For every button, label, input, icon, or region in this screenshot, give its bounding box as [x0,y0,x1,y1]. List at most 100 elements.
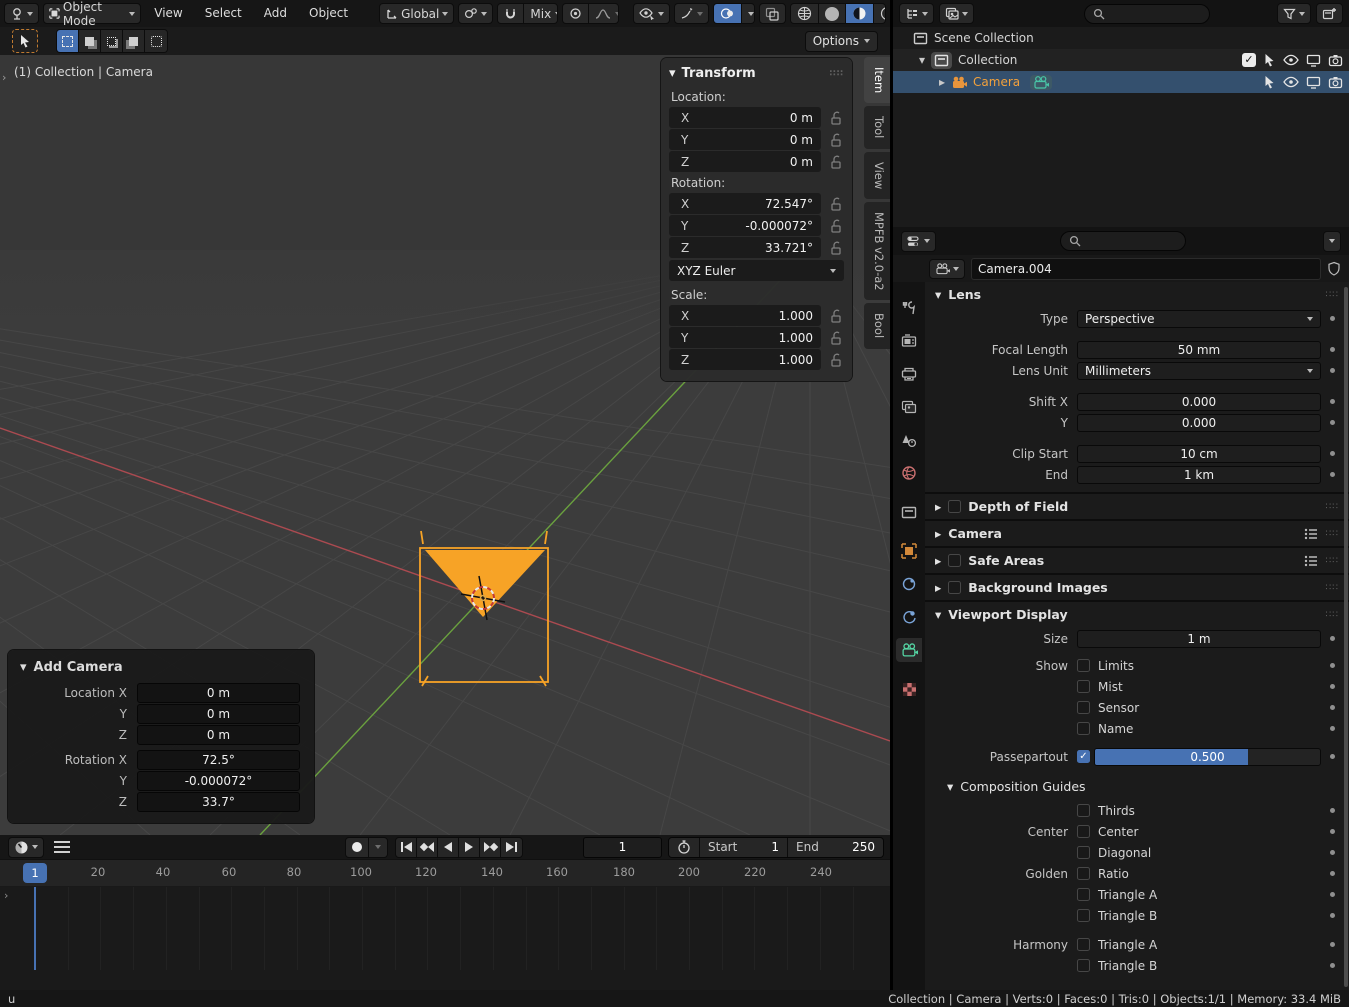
menu-view[interactable]: View [145,3,191,24]
passepartout-slider[interactable]: 0.500 [1094,747,1321,766]
select-mode-subtract[interactable] [101,30,123,52]
shift-x-field[interactable]: 0.000 [1077,392,1321,411]
background-images-header[interactable]: ▸ Background Images ∷∷ [925,575,1349,600]
op-rotation-z-field[interactable]: 33.7° [137,792,300,812]
menu-add[interactable]: Add [255,3,296,24]
viewport-display-header[interactable]: ▾ Viewport Display ∷∷ [925,602,1349,627]
composition-guides-header[interactable]: ▾ Composition Guides [925,774,1349,799]
scale-z-field[interactable]: Z 1.000 [669,349,821,370]
location-z-field[interactable]: Z 0 m [669,151,821,172]
render-camera-icon[interactable] [1328,54,1343,67]
selectable-icon[interactable] [1263,75,1276,89]
depth-of-field-checkbox[interactable] [948,500,962,513]
playhead-line[interactable] [34,887,36,970]
op-location-y-field[interactable]: 0 m [137,704,300,724]
location-x-field[interactable]: X 0 m [669,107,821,128]
diagonal-checkbox[interactable] [1077,846,1090,859]
disclosure-open-icon[interactable]: ▾ [919,53,925,67]
location-y-field[interactable]: Y 0 m [669,129,821,150]
shading-solid-button[interactable] [818,4,846,23]
tab-collection-properties[interactable] [896,500,922,524]
name-checkbox[interactable] [1077,722,1090,735]
gizmos-dropdown[interactable] [674,3,710,24]
drag-dots-icon[interactable]: ∷∷ [1326,529,1339,539]
animate-dot[interactable] [1329,754,1335,759]
visibility-dropdown[interactable] [633,3,671,24]
current-frame-field[interactable]: 1 [583,836,662,858]
drag-dots-icon[interactable]: ∷∷ [1326,290,1339,300]
monitor-icon[interactable] [1306,54,1321,67]
lock-open-icon[interactable] [828,352,844,368]
timeline-menu-button[interactable] [54,840,70,854]
rotation-x-field[interactable]: X 72.547° [669,193,821,214]
play-button[interactable] [459,837,480,857]
jump-to-start-button[interactable] [396,837,417,857]
overlays-dropdown[interactable] [742,4,754,23]
camera-panel-header[interactable]: ▸ Camera ∷∷ [925,521,1349,546]
center-checkbox[interactable] [1077,825,1090,838]
transform-orientation-dropdown[interactable]: Global [379,3,455,24]
id-type-dropdown[interactable] [929,258,965,279]
active-tool-tweak-button[interactable] [12,29,38,53]
properties-scrollbar[interactable] [1344,287,1348,987]
new-collection-button[interactable] [1316,3,1343,24]
animate-dot[interactable] [1329,472,1335,477]
properties-options-button[interactable] [1323,230,1341,252]
animate-dot[interactable] [1329,913,1335,918]
outliner-display-mode-button[interactable] [939,3,974,24]
scale-x-field[interactable]: X 1.000 [669,305,821,326]
animate-dot[interactable] [1329,316,1335,321]
shading-material-button[interactable] [845,4,874,23]
presets-list-icon[interactable] [1304,555,1318,567]
options-button[interactable]: Options [804,30,878,52]
lock-open-icon[interactable] [828,110,844,126]
monitor-icon[interactable] [1306,76,1321,89]
background-images-checkbox[interactable] [948,581,962,594]
proportional-falloff-dropdown[interactable] [589,4,619,23]
outliner-search-input[interactable] [1084,3,1210,24]
tab-mpfb[interactable]: MPFB v2.0-a2 [864,201,890,301]
properties-search-input[interactable] [1060,231,1186,251]
camera-data-badge[interactable] [1030,74,1053,90]
render-camera-icon[interactable] [1328,76,1343,89]
mist-checkbox[interactable] [1077,680,1090,693]
lock-open-icon[interactable] [828,132,844,148]
animate-dot[interactable] [1329,850,1335,855]
checkbox-icon[interactable]: ✓ [1242,53,1256,67]
snap-toggle-button[interactable] [498,4,525,23]
shading-rendered-button[interactable] [873,4,885,23]
lens-unit-dropdown[interactable]: Millimeters [1077,361,1321,380]
timeline-keyframe-area[interactable] [0,887,890,998]
focal-length-field[interactable]: 50 mm [1077,340,1321,359]
golden-triangle-b-checkbox[interactable] [1077,909,1090,922]
clip-start-field[interactable]: 10 cm [1077,444,1321,463]
end-frame-field[interactable]: End 250 [788,837,883,857]
lens-type-dropdown[interactable]: Perspective [1077,309,1321,328]
select-mode-invert[interactable] [123,30,145,52]
animate-dot[interactable] [1329,871,1335,876]
outliner-editor-type-button[interactable] [899,3,934,24]
op-location-x-field[interactable]: 0 m [137,683,300,703]
tab-item[interactable]: Item [864,57,890,104]
outliner-row-collection[interactable]: ▾ Collection ✓ [893,49,1349,71]
next-keyframe-button[interactable] [480,837,501,857]
outliner-row-camera[interactable]: ▸ Camera [893,71,1349,93]
drag-dots-icon[interactable]: ∷∷ [1326,502,1339,512]
passepartout-checkbox[interactable]: ✓ [1077,750,1090,763]
lock-open-icon[interactable] [828,218,844,234]
outliner-filter-button[interactable] [1277,3,1311,24]
proportional-edit-toggle[interactable] [563,4,590,23]
tab-physics-properties[interactable] [896,605,922,629]
golden-ratio-checkbox[interactable] [1077,867,1090,880]
tab-viewlayer-properties[interactable] [896,395,922,419]
pivot-point-dropdown[interactable] [458,3,494,24]
animate-dot[interactable] [1329,963,1335,968]
drag-dots-icon[interactable]: ∷∷ [1326,556,1339,566]
id-name-field[interactable]: Camera.004 [971,257,1321,280]
shift-y-field[interactable]: 0.000 [1077,413,1321,432]
timeline-ruler[interactable]: 1 20 40 60 80 100 120 140 160 180 200 22… [0,859,890,886]
presets-list-icon[interactable] [1304,528,1318,540]
tab-output-properties[interactable] [896,362,922,386]
animate-dot[interactable] [1329,892,1335,897]
limits-checkbox[interactable] [1077,659,1090,672]
